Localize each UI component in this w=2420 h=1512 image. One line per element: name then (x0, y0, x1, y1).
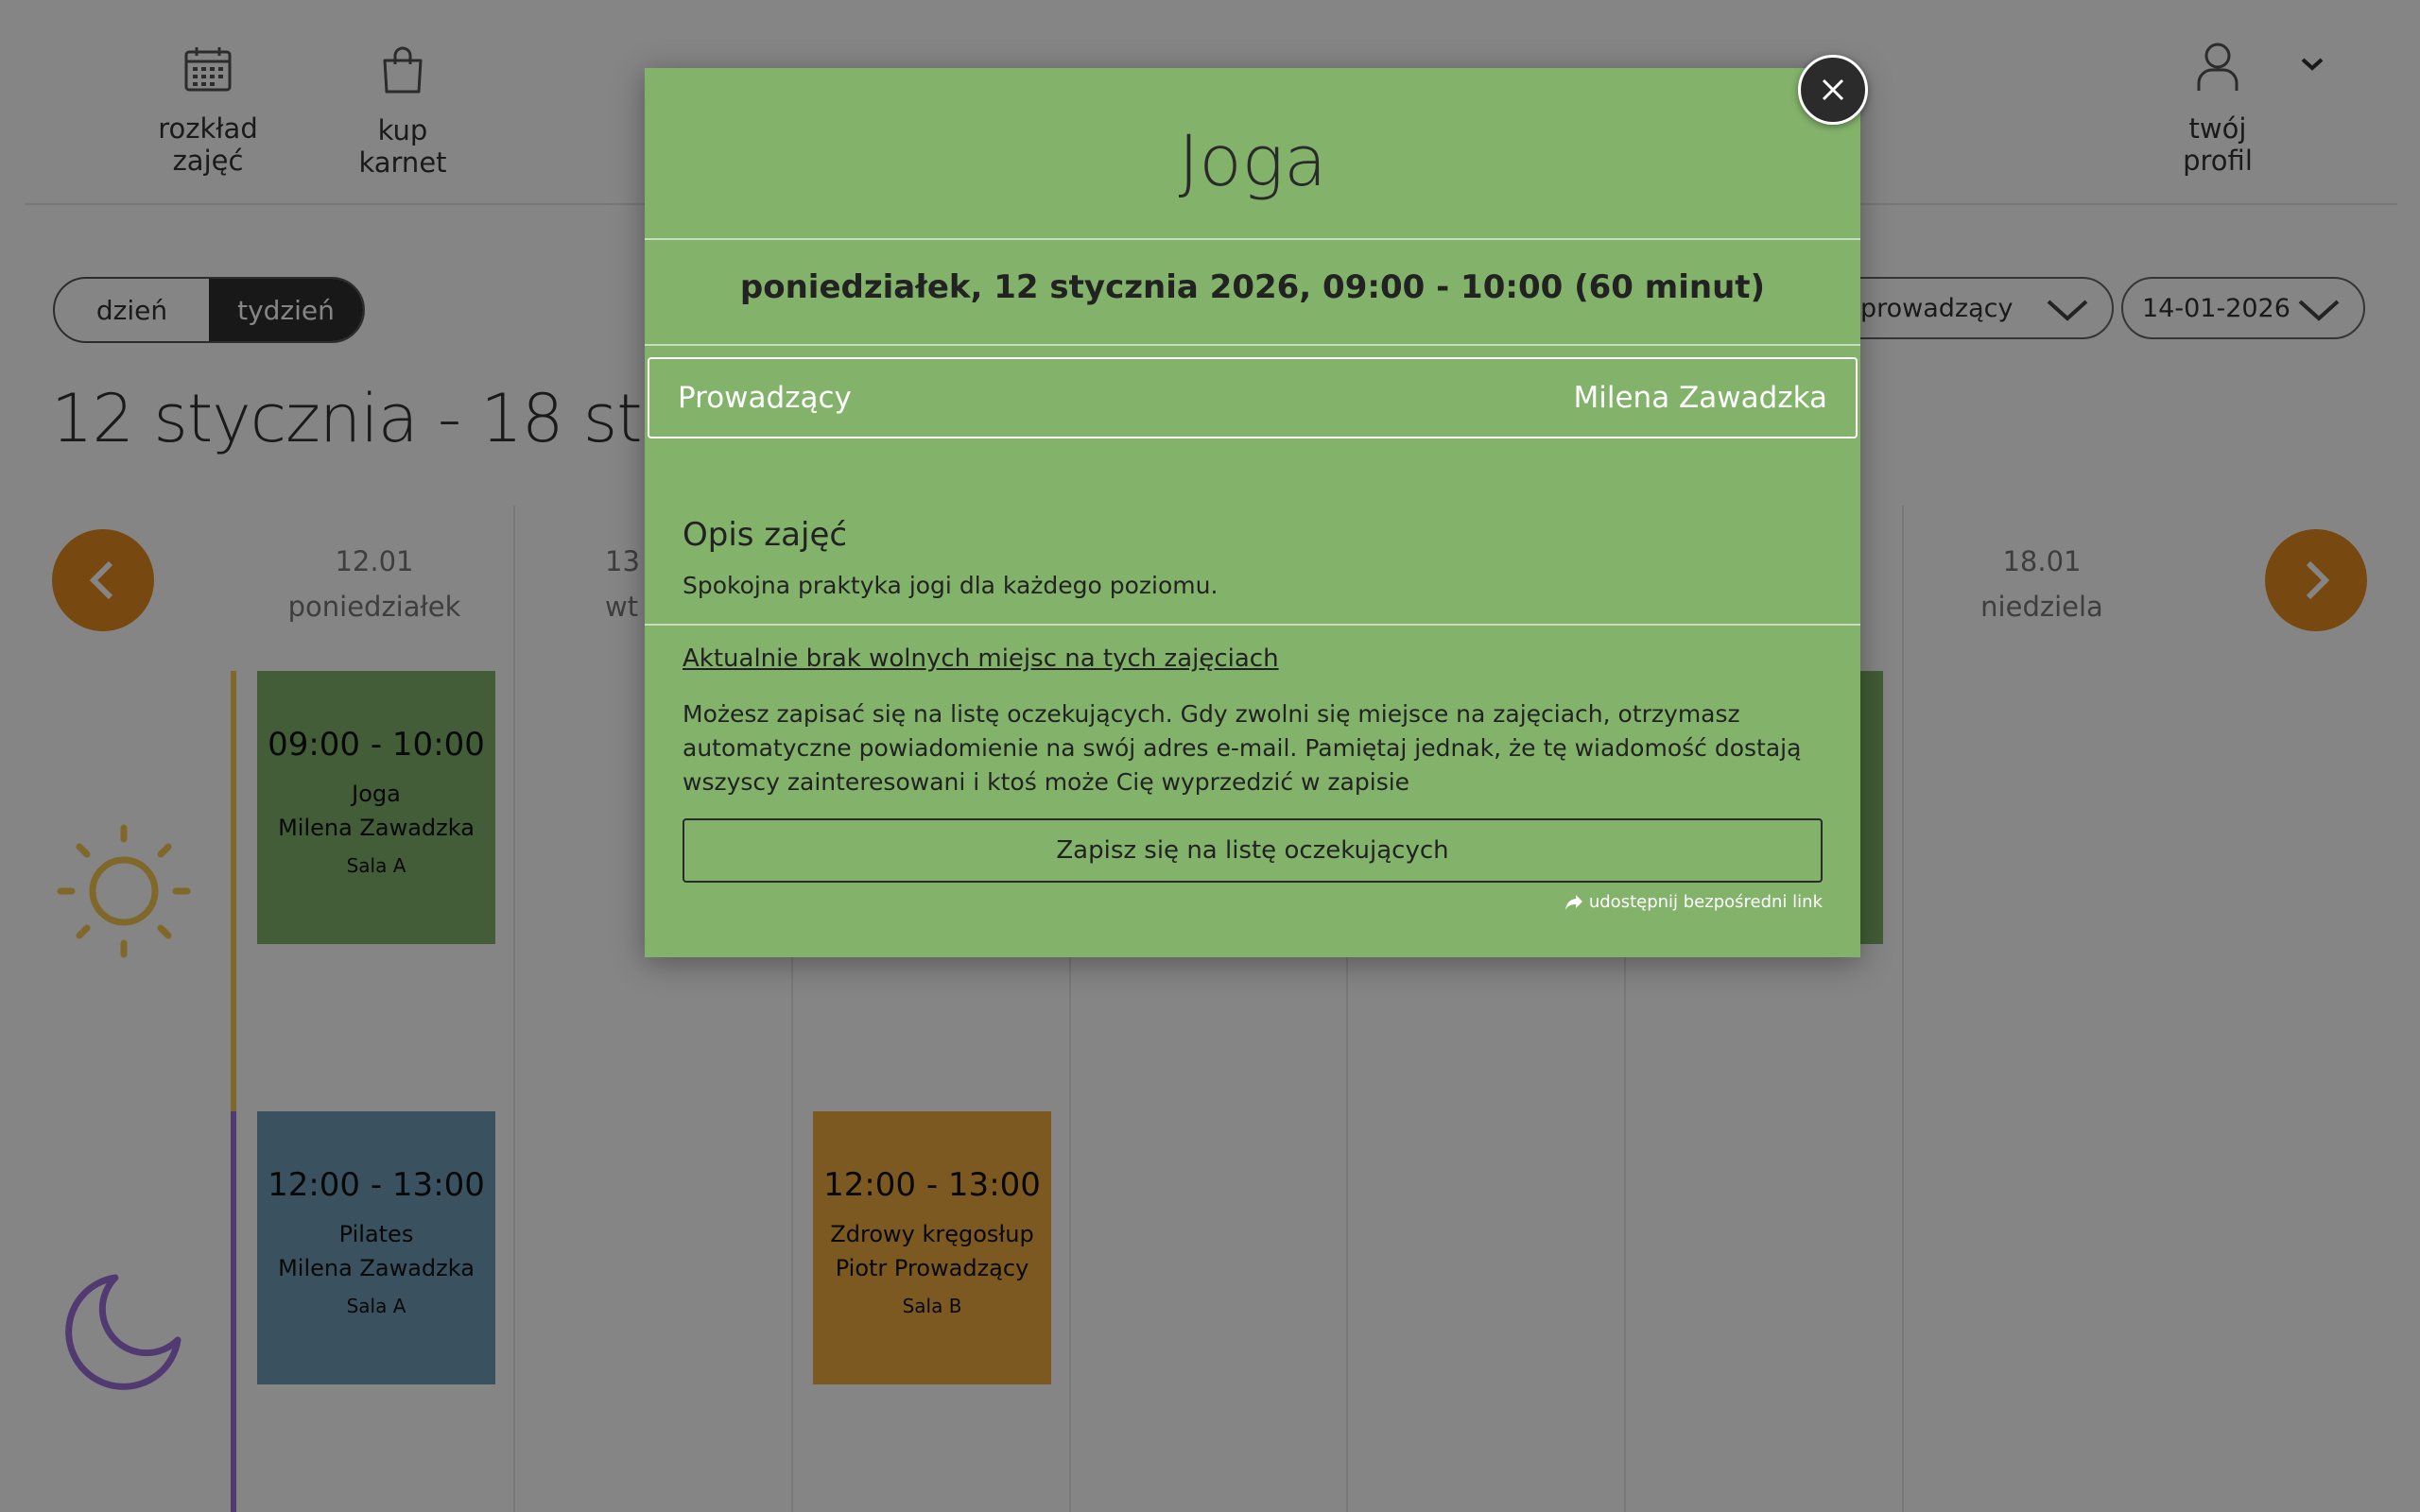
instructor-row: Prowadzący Milena Zawadzka (648, 357, 1858, 438)
description-heading: Opis zajęć (683, 516, 848, 554)
modal-title: Joga (1178, 121, 1327, 202)
class-details-modal: Joga poniedziałek, 12 stycznia 2026, 09:… (645, 68, 1860, 957)
modal-divider (645, 344, 1860, 346)
waitlist-info: Możesz zapisać się na listę oczekujących… (683, 700, 1802, 796)
close-modal-button[interactable] (1798, 55, 1868, 125)
class-datetime: poniedziałek, 12 stycznia 2026, 09:00 - … (739, 268, 1766, 306)
instructor-label: Prowadzący (678, 381, 852, 415)
share-link[interactable]: udostępnij bezpośredni link (1564, 892, 1823, 912)
instructor-name: Milena Zawadzka (1573, 381, 1827, 415)
close-icon (1822, 78, 1844, 101)
share-link-label: udostępnij bezpośredni link (1588, 892, 1823, 912)
modal-divider (645, 624, 1860, 626)
share-arrow-icon (1564, 894, 1582, 910)
no-spots-notice: Aktualnie brak wolnych miejsc na tych za… (683, 644, 1279, 673)
modal-divider (645, 238, 1860, 240)
description-text: Spokojna praktyka jogi dla każdego pozio… (683, 572, 1219, 599)
join-waitlist-button[interactable]: Zapisz się na listę oczekujących (683, 818, 1823, 883)
